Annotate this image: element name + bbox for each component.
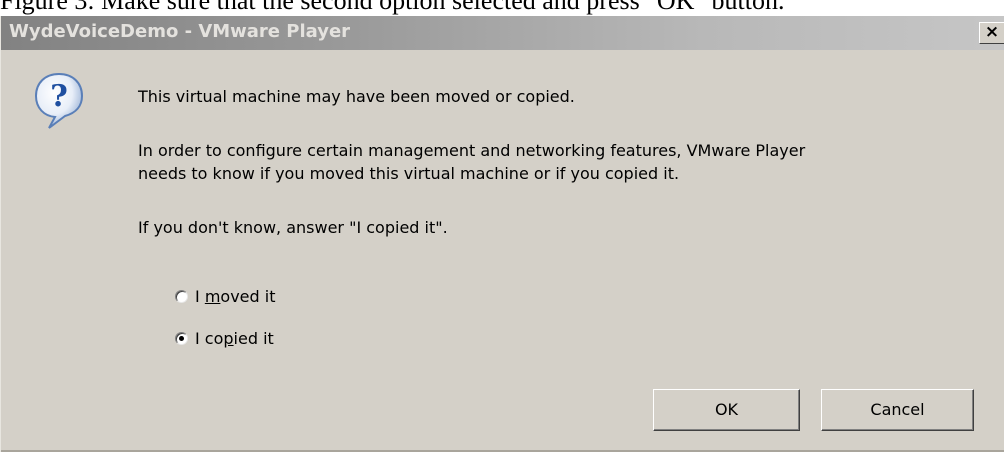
question-icon: ?	[34, 72, 84, 129]
dialog-window: WydeVoiceDemo - VMware Player × ? This v…	[0, 16, 1004, 452]
radio-option-copied[interactable]: I copied it	[175, 326, 274, 350]
window-title: WydeVoiceDemo - VMware Player	[9, 21, 351, 42]
message-line-2a: In order to configure certain management…	[138, 141, 806, 160]
radio-label-moved[interactable]: I moved it	[195, 287, 275, 306]
cancel-button[interactable]: Cancel	[821, 389, 974, 431]
message-line-3: If you don't know, answer "I copied it".	[138, 218, 448, 237]
message-line-1: This virtual machine may have been moved…	[138, 87, 575, 106]
radio-label-copied[interactable]: I copied it	[195, 329, 274, 348]
radio-button-moved[interactable]	[175, 289, 188, 303]
title-bar[interactable]: WydeVoiceDemo - VMware Player ×	[1, 16, 1004, 50]
radio-button-copied[interactable]	[175, 331, 188, 345]
ok-button[interactable]: OK	[653, 389, 800, 431]
svg-text:?: ?	[50, 79, 68, 114]
message-line-2b: needs to know if you moved this virtual …	[138, 164, 680, 183]
figure-caption: Figure 3: Make sure that the second opti…	[0, 0, 785, 15]
close-button[interactable]: ×	[979, 22, 1004, 44]
close-icon: ×	[984, 22, 1000, 42]
radio-option-moved[interactable]: I moved it	[175, 284, 275, 308]
